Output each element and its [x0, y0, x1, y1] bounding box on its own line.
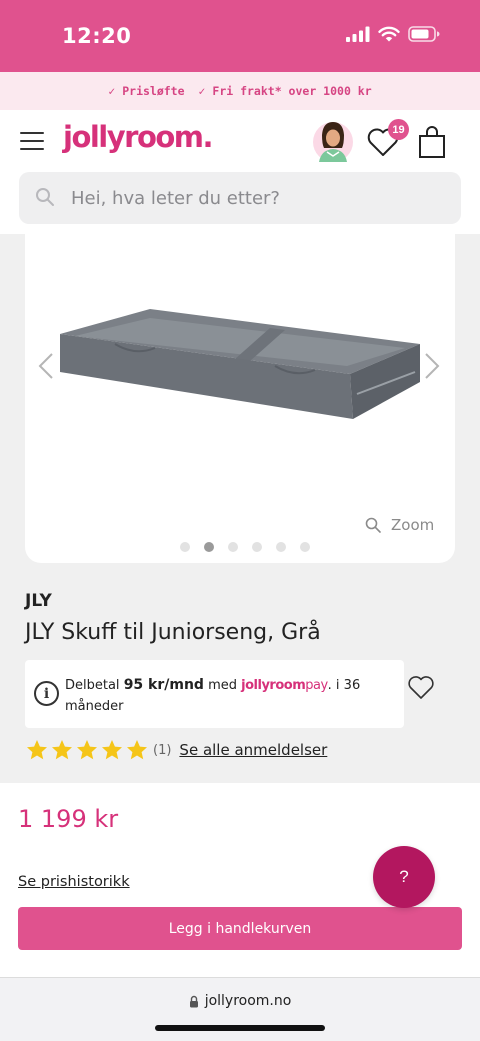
add-to-cart-button[interactable]: Legg i handlekurven	[18, 907, 462, 950]
battery-icon	[408, 26, 440, 42]
gallery-dot[interactable]	[180, 542, 190, 552]
installment-text: Delbetal 95 kr/mnd med jollyroompay. i 3…	[65, 675, 395, 717]
gallery-dot[interactable]	[204, 542, 214, 552]
search-bar[interactable]: Hei, hva leter du etter?	[19, 172, 461, 224]
url-text: jollyroom.no	[204, 993, 292, 1009]
buy-section: 1 199 kr Se prishistorikk Legg i handlek…	[0, 783, 480, 977]
star-icon	[127, 740, 147, 760]
reviews-link[interactable]: Se alle anmeldelser	[179, 741, 327, 759]
zoom-label: Zoom	[391, 516, 435, 534]
product-title: JLY Skuff til Juniorseng, Grå	[25, 620, 321, 645]
search-icon	[36, 188, 54, 206]
wishlist-count-badge: 19	[388, 119, 409, 140]
avatar[interactable]	[313, 118, 353, 164]
installment-prefix: Delbetal	[65, 678, 120, 693]
jollyroompay-logo: jollyroompay	[241, 678, 328, 693]
chevron-left-icon[interactable]	[37, 352, 55, 380]
info-icon[interactable]: i	[34, 681, 59, 706]
star-icon	[77, 740, 97, 760]
usp-item: ✓ Prisløfte	[108, 84, 185, 98]
rating-row: (1) Se alle anmeldelser	[25, 738, 327, 762]
installment-amount: 95 kr/mnd	[123, 677, 204, 693]
site-header: jollyroom. 19 Hei, hva leter du etter?	[0, 110, 480, 234]
product-brand[interactable]: JLY	[25, 591, 52, 611]
product-gallery[interactable]: Zoom	[25, 234, 455, 563]
home-indicator[interactable]	[155, 1025, 325, 1031]
jollyroompay-main: jollyroom	[241, 678, 306, 693]
installment-middle: med	[208, 678, 238, 693]
lock-icon	[189, 995, 198, 1007]
jollyroompay-suffix: pay	[305, 678, 328, 693]
zoom-icon	[365, 517, 381, 533]
star-icon	[27, 740, 47, 760]
gallery-dot[interactable]	[276, 542, 286, 552]
product-image[interactable]	[55, 304, 425, 424]
browser-bar: jollyroom.no	[0, 977, 480, 1041]
product-price: 1 199 kr	[18, 805, 119, 833]
logo[interactable]: jollyroom.	[63, 120, 214, 154]
signal-icon	[346, 26, 370, 42]
menu-icon[interactable]	[20, 132, 44, 150]
status-time: 12:20	[62, 24, 132, 48]
url-bar[interactable]: jollyroom.no	[0, 993, 480, 1009]
add-to-wishlist-heart-icon[interactable]	[407, 674, 435, 700]
usp-item: ✓ Fri frakt* over 1000 kr	[198, 84, 372, 98]
zoom-button[interactable]: Zoom	[365, 516, 434, 534]
rating-stars	[25, 738, 150, 762]
gallery-dots	[180, 542, 310, 552]
status-bar: 12:20	[0, 0, 480, 72]
gallery-dot[interactable]	[228, 542, 238, 552]
usp-bar: ✓ Prisløfte ✓ Fri frakt* over 1000 kr	[0, 72, 480, 110]
gallery-dot[interactable]	[252, 542, 262, 552]
status-icons	[346, 26, 440, 42]
star-icon	[52, 740, 72, 760]
review-count: (1)	[153, 742, 172, 758]
help-button[interactable]: ?	[373, 846, 435, 908]
star-icon	[102, 740, 122, 760]
chevron-right-icon[interactable]	[423, 352, 441, 380]
usp-item-label: Fri frakt* over 1000 kr	[212, 84, 372, 98]
gallery-dot[interactable]	[300, 542, 310, 552]
cart-icon[interactable]	[418, 125, 446, 159]
usp-item-label: Prisløfte	[122, 84, 185, 98]
price-history-link[interactable]: Se prishistorikk	[18, 874, 130, 890]
search-input[interactable]: Hei, hva leter du etter?	[71, 188, 280, 209]
wifi-icon	[378, 26, 400, 42]
installment-box[interactable]: i Delbetal 95 kr/mnd med jollyroompay. i…	[25, 660, 404, 728]
